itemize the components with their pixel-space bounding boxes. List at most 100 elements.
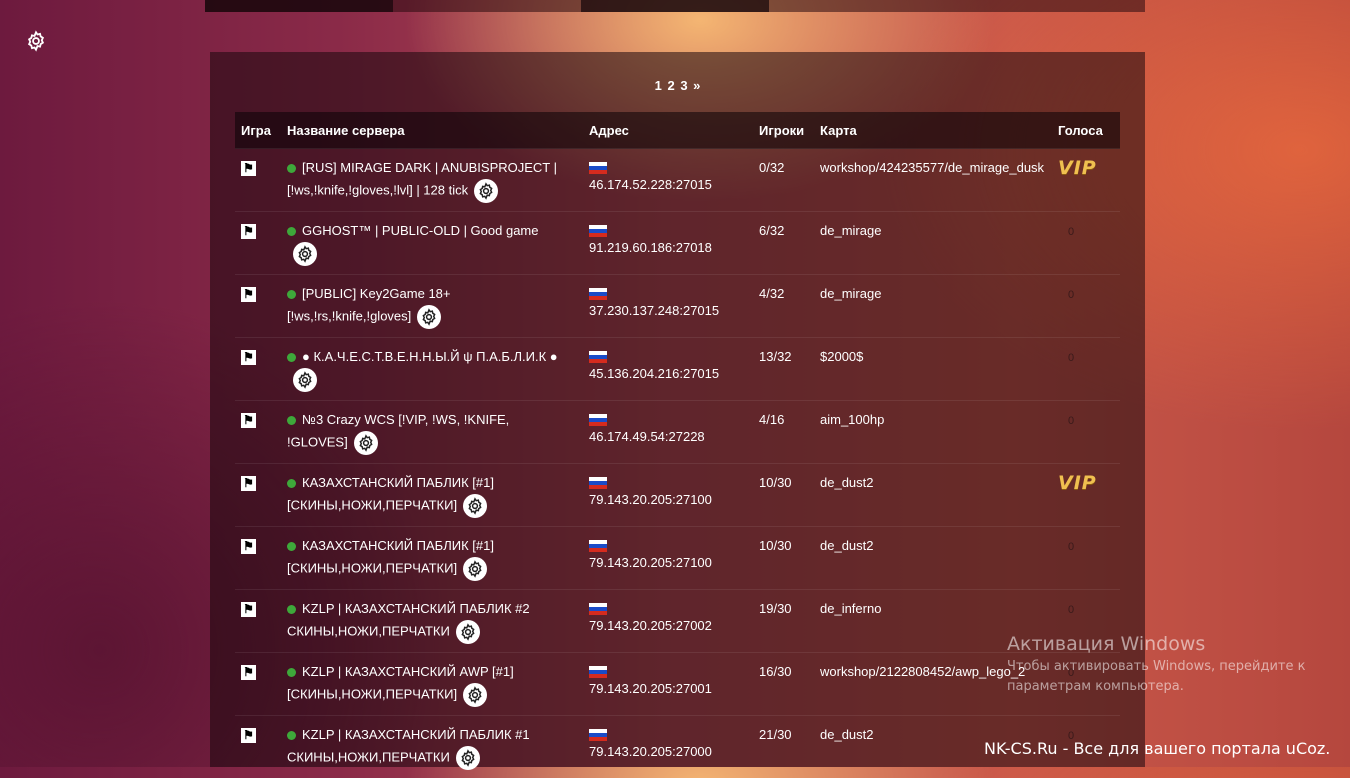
server-address[interactable]: 79.143.20.205:27100 [589,492,712,507]
cs-game-icon: ⚑ [241,287,256,302]
server-row[interactable]: ⚑ KZLP | КАЗАХСТАНСКИЙ AWP [#1] [СКИНЫ,НОЖ… [235,653,1120,716]
russia-flag-icon [589,603,607,615]
server-settings-icon[interactable] [456,620,480,644]
server-address[interactable]: 79.143.20.205:27002 [589,618,712,633]
server-settings-icon[interactable] [463,494,487,518]
players-cell: 19/30 [753,590,814,653]
server-name-line1[interactable]: GGHOST™ | PUBLIC-OLD | Good game [302,223,539,238]
server-address[interactable]: 37.230.137.248:27015 [589,303,719,318]
page-link-2[interactable]: 2 [667,78,674,93]
server-name-line1[interactable]: [PUBLIC] Key2Game 18+ [302,286,451,301]
vote-count: 0 [1058,541,1074,553]
game-cell: ⚑ [235,464,281,527]
server-address[interactable]: 79.143.20.205:27001 [589,681,712,696]
page-link-1[interactable]: 1 [655,78,662,93]
server-address[interactable]: 79.143.20.205:27000 [589,744,712,759]
server-address[interactable]: 91.219.60.186:27018 [589,240,712,255]
server-row[interactable]: ⚑ [PUBLIC] Key2Game 18+ [!ws,!rs,!knife,!g… [235,275,1120,338]
online-status-icon [287,542,296,551]
header-votes[interactable]: Голоса [1052,112,1120,149]
table-header-row: Игра Название сервера Адрес Игроки Карта… [235,112,1120,149]
page-next-link[interactable]: » [693,78,700,93]
address-cell: 46.174.52.228:27015 [583,149,753,212]
server-name-cell: KZLP | КАЗАХСТАНСКИЙ ПАБЛИК #2 СКИНЫ,НОЖИ… [281,590,583,653]
address-cell: 79.143.20.205:27100 [583,464,753,527]
header-game[interactable]: Игра [235,112,281,149]
server-address[interactable]: 46.174.52.228:27015 [589,177,712,192]
server-name-line2[interactable]: !GLOVES] [287,434,348,449]
server-settings-icon[interactable] [463,557,487,581]
nav-segment[interactable] [581,0,769,12]
vote-count: 0 [1058,289,1074,301]
server-name-line2[interactable]: [!ws,!rs,!knife,!gloves] [287,308,411,323]
server-name-cell: КАЗАХСТАНСКИЙ ПАБЛИК [#1] [СКИНЫ,НОЖИ,ПЕР… [281,527,583,590]
players-cell: 6/32 [753,212,814,275]
server-row[interactable]: ⚑KZLP | КАЗАХСТАНСКИЙ ПАБЛИК #2СКИНЫ,НОЖ… [235,590,1120,653]
map-cell: aim_100hp [814,401,1052,464]
server-address[interactable]: 79.143.20.205:27100 [589,555,712,570]
server-name-line2[interactable]: СКИНЫ,НОЖИ,ПЕРЧАТКИ [287,749,450,764]
address-cell: 79.143.20.205:27000 [583,716,753,778]
server-name-line1[interactable]: KZLP | КАЗАХСТАНСКИЙ ПАБЛИК #1 [302,727,530,742]
server-name-line1[interactable]: ● К.А.Ч.Е.С.Т.В.Е.Н.Н.Ы.Й ψ П.А.Б.Л.И.К … [302,349,558,364]
server-name-line2[interactable]: [СКИНЫ,НОЖИ,ПЕРЧАТКИ] [287,497,457,512]
server-settings-icon[interactable] [354,431,378,455]
server-name-line2[interactable]: СКИНЫ,НОЖИ,ПЕРЧАТКИ [287,623,450,638]
server-settings-icon[interactable] [463,683,487,707]
header-server-name[interactable]: Название сервера [281,112,583,149]
votes-cell: 0 [1052,527,1120,590]
server-address[interactable]: 45.136.204.216:27015 [589,366,719,381]
votes-cell: 0 [1052,212,1120,275]
server-name-line1[interactable]: KZLP | КАЗАХСТАНСКИЙ AWP [#1] [302,664,514,679]
server-row[interactable]: ⚑ КАЗАХСТАНСКИЙ ПАБЛИК [#1] [СКИНЫ,НОЖИ,ПЕ… [235,527,1120,590]
server-row[interactable]: ⚑[RUS] MIRAGE DARK | ANUBISPROJECT |[!ws… [235,149,1120,212]
vip-badge: VIP [1058,472,1097,494]
map-cell: de_dust2 [814,527,1052,590]
settings-gear-icon[interactable] [25,30,47,52]
server-name-line1[interactable]: КАЗАХСТАНСКИЙ ПАБЛИК [#1] [302,538,494,553]
address-cell: 37.230.137.248:27015 [583,275,753,338]
votes-cell: VIP [1052,464,1120,527]
game-cell: ⚑ [235,275,281,338]
game-cell: ⚑ [235,653,281,716]
address-cell: 45.136.204.216:27015 [583,338,753,401]
server-name-cell: №3 Crazy WCS [!VIP, !WS, !KNIFE, !GLOVES] [281,401,583,464]
map-cell: de_dust2 [814,464,1052,527]
server-settings-icon[interactable] [417,305,441,329]
page-link-3[interactable]: 3 [680,78,687,93]
header-players[interactable]: Игроки [753,112,814,149]
server-name-line2[interactable]: [СКИНЫ,НОЖИ,ПЕРЧАТКИ] [287,560,457,575]
pagination: 1 2 3 » [210,78,1145,93]
server-row[interactable]: ⚑ ● К.А.Ч.Е.С.Т.В.Е.Н.Н.Ы.Й ψ П.А.Б.Л.И.К… [235,338,1120,401]
players-cell: 0/32 [753,149,814,212]
server-name-line1[interactable]: KZLP | КАЗАХСТАНСКИЙ ПАБЛИК #2 [302,601,530,616]
server-name-line2[interactable]: [СКИНЫ,НОЖИ,ПЕРЧАТКИ] [287,686,457,701]
server-name-line1[interactable]: №3 Crazy WCS [!VIP, !WS, !KNIFE, [302,412,509,427]
server-settings-icon[interactable] [293,368,317,392]
windows-activation-subtitle: Чтобы активировать Windows, перейдите к … [1007,657,1327,697]
server-name-line1[interactable]: [RUS] MIRAGE DARK | ANUBISPROJECT | [302,160,557,175]
server-settings-icon[interactable] [474,179,498,203]
server-row[interactable]: ⚑ КАЗАХСТАНСКИЙ ПАБЛИК [#1] [СКИНЫ,НОЖИ,ПЕ… [235,464,1120,527]
server-name-line2[interactable]: [!ws,!knife,!gloves,!lvl] | 128 tick [287,182,468,197]
russia-flag-icon [589,162,607,174]
server-address[interactable]: 46.174.49.54:27228 [589,429,705,444]
address-cell: 79.143.20.205:27001 [583,653,753,716]
server-name-cell: GGHOST™ | PUBLIC-OLD | Good game [281,212,583,275]
russia-flag-icon [589,666,607,678]
server-name-line1[interactable]: КАЗАХСТАНСКИЙ ПАБЛИК [#1] [302,475,494,490]
server-settings-icon[interactable] [293,242,317,266]
game-cell: ⚑ [235,338,281,401]
footer-text: NK-CS.Ru - Все для вашего портала uCoz. [984,739,1330,758]
game-cell: ⚑ [235,527,281,590]
nav-segment[interactable] [205,0,393,12]
header-address[interactable]: Адрес [583,112,753,149]
online-status-icon [287,668,296,677]
server-settings-icon[interactable] [456,746,480,770]
server-row[interactable]: ⚑GGHOST™ | PUBLIC-OLD | Good game91.219.… [235,212,1120,275]
header-map[interactable]: Карта [814,112,1052,149]
address-cell: 79.143.20.205:27100 [583,527,753,590]
players-cell: 16/30 [753,653,814,716]
server-row[interactable]: ⚑№3 Crazy WCS [!VIP, !WS, !KNIFE,!GLOVES… [235,401,1120,464]
russia-flag-icon [589,477,607,489]
